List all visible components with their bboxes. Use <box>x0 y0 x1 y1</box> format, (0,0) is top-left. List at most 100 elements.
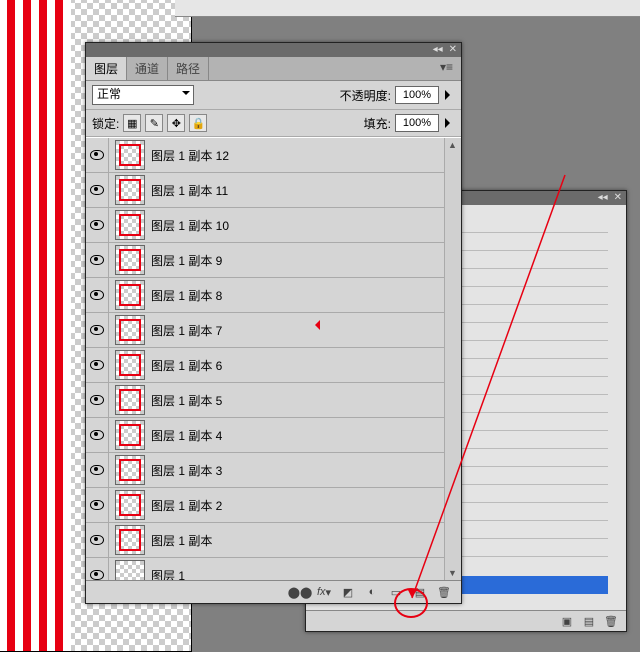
layer-thumbnail[interactable] <box>115 280 145 310</box>
lock-all-icon[interactable]: 🔒 <box>189 114 207 132</box>
layer-thumbnail[interactable] <box>115 525 145 555</box>
visibility-toggle[interactable] <box>86 523 109 557</box>
layer-row[interactable]: 图层 1 副本 7 <box>86 313 445 348</box>
layer-list[interactable]: 图层 1 副本 12 图层 1 副本 11 图层 1 副本 10 图层 1 副本 9 图… <box>86 137 461 580</box>
layer-thumbnail[interactable] <box>115 210 145 240</box>
layer-name-label[interactable]: 图层 1 副本 4 <box>151 427 222 444</box>
new-snapshot-icon[interactable]: ▣ <box>560 614 574 628</box>
layer-row[interactable]: 图层 1 副本 3 <box>86 453 445 488</box>
layer-name-label[interactable]: 图层 1 副本 11 <box>151 182 228 199</box>
eye-icon <box>90 500 104 510</box>
eye-icon <box>90 185 104 195</box>
tab-layers[interactable]: 图层 <box>86 57 127 80</box>
layer-name-label[interactable]: 图层 1 副本 3 <box>151 462 222 479</box>
layer-style-icon[interactable]: fx▾ <box>317 585 331 599</box>
layer-row[interactable]: 图层 1 <box>86 558 445 580</box>
link-layers-icon[interactable]: ⬤⬤ <box>293 585 307 599</box>
blend-opacity-row: 正常 不透明度: 100% <box>86 81 461 110</box>
layer-row[interactable]: 图层 1 副本 <box>86 523 445 558</box>
fill-label: 填充: <box>364 115 391 132</box>
layer-thumbnail[interactable] <box>115 175 145 205</box>
eye-icon <box>90 395 104 405</box>
layer-name-label[interactable]: 图层 1 副本 <box>151 532 212 549</box>
layer-thumbnail[interactable] <box>115 560 145 580</box>
visibility-toggle[interactable] <box>86 313 109 347</box>
layer-thumbnail[interactable] <box>115 490 145 520</box>
layer-thumbnail[interactable] <box>115 455 145 485</box>
layer-name-label[interactable]: 图层 1 副本 6 <box>151 357 222 374</box>
visibility-toggle[interactable] <box>86 208 109 242</box>
eye-icon <box>90 570 104 580</box>
collapse-icon[interactable]: ◂◂ <box>598 193 608 203</box>
fill-flyout-icon[interactable] <box>445 118 455 128</box>
collapse-icon[interactable]: ◂◂ <box>433 45 443 55</box>
lock-pixels-icon[interactable]: ✎ <box>145 114 163 132</box>
eye-icon <box>90 360 104 370</box>
visibility-toggle[interactable] <box>86 558 109 580</box>
layer-name-label[interactable]: 图层 1 副本 10 <box>151 217 229 234</box>
visibility-toggle[interactable] <box>86 243 109 277</box>
ruler-horizontal <box>175 0 640 17</box>
layer-name-label[interactable]: 图层 1 副本 12 <box>151 147 229 164</box>
layer-thumbnail[interactable] <box>115 420 145 450</box>
new-doc-icon[interactable]: ▤ <box>582 614 596 628</box>
trash-icon[interactable]: 🗑 <box>604 614 618 628</box>
lock-label: 锁定: <box>92 115 119 132</box>
visibility-toggle[interactable] <box>86 418 109 452</box>
eye-icon <box>90 150 104 160</box>
layer-mask-icon[interactable]: ◩ <box>341 585 355 599</box>
fill-field[interactable]: 100% <box>395 114 439 132</box>
layer-row[interactable]: 图层 1 副本 2 <box>86 488 445 523</box>
layer-scrollbar[interactable]: ▲ ▼ <box>444 138 461 580</box>
layer-thumbnail[interactable] <box>115 140 145 170</box>
tab-channels[interactable]: 通道 <box>127 57 168 80</box>
close-icon[interactable]: ✕ <box>614 193 622 203</box>
opacity-field[interactable]: 100% <box>395 86 439 104</box>
layer-thumbnail[interactable] <box>115 385 145 415</box>
layer-name-label[interactable]: 图层 1 <box>151 567 185 581</box>
delete-layer-icon[interactable]: 🗑 <box>437 585 451 599</box>
panel-menu-icon[interactable]: ▾≡ <box>432 57 461 80</box>
annotation-arrowhead <box>310 320 320 330</box>
visibility-toggle[interactable] <box>86 173 109 207</box>
layers-panel-titlebar[interactable]: ◂◂ ✕ <box>86 43 461 57</box>
layer-row[interactable]: 图层 1 副本 11 <box>86 173 445 208</box>
layer-row[interactable]: 图层 1 副本 5 <box>86 383 445 418</box>
visibility-toggle[interactable] <box>86 348 109 382</box>
layer-name-label[interactable]: 图层 1 副本 2 <box>151 497 222 514</box>
scroll-up-icon[interactable]: ▲ <box>448 140 457 150</box>
layer-row[interactable]: 图层 1 副本 4 <box>86 418 445 453</box>
history-footer: ▣ ▤ 🗑 <box>306 610 626 631</box>
visibility-toggle[interactable] <box>86 138 109 172</box>
layer-row[interactable]: 图层 1 副本 12 <box>86 138 445 173</box>
scroll-down-icon[interactable]: ▼ <box>448 568 457 578</box>
eye-icon <box>90 535 104 545</box>
opacity-label: 不透明度: <box>340 87 391 104</box>
panel-tabs: 图层 通道 路径 ▾≡ <box>86 57 461 81</box>
visibility-toggle[interactable] <box>86 278 109 312</box>
blend-mode-select[interactable]: 正常 <box>92 85 194 105</box>
visibility-toggle[interactable] <box>86 383 109 417</box>
layer-name-label[interactable]: 图层 1 副本 7 <box>151 322 222 339</box>
layer-row[interactable]: 图层 1 副本 9 <box>86 243 445 278</box>
layers-panel[interactable]: ◂◂ ✕ 图层 通道 路径 ▾≡ 正常 不透明度: 100% 锁定: ▦ ✎ ✥… <box>85 42 462 604</box>
layer-thumbnail[interactable] <box>115 245 145 275</box>
visibility-toggle[interactable] <box>86 453 109 487</box>
close-icon[interactable]: ✕ <box>449 45 457 55</box>
lock-transparent-icon[interactable]: ▦ <box>123 114 141 132</box>
adjustment-layer-icon[interactable]: ◐ <box>365 585 379 599</box>
layer-thumbnail[interactable] <box>115 350 145 380</box>
layer-row[interactable]: 图层 1 副本 10 <box>86 208 445 243</box>
layer-thumbnail[interactable] <box>115 315 145 345</box>
opacity-flyout-icon[interactable] <box>445 90 455 100</box>
layer-name-label[interactable]: 图层 1 副本 9 <box>151 252 222 269</box>
eye-icon <box>90 220 104 230</box>
layer-name-label[interactable]: 图层 1 副本 8 <box>151 287 222 304</box>
tab-paths[interactable]: 路径 <box>168 57 209 80</box>
layer-row[interactable]: 图层 1 副本 6 <box>86 348 445 383</box>
layer-row[interactable]: 图层 1 副本 8 <box>86 278 445 313</box>
layer-name-label[interactable]: 图层 1 副本 5 <box>151 392 222 409</box>
eye-icon <box>90 325 104 335</box>
visibility-toggle[interactable] <box>86 488 109 522</box>
lock-position-icon[interactable]: ✥ <box>167 114 185 132</box>
